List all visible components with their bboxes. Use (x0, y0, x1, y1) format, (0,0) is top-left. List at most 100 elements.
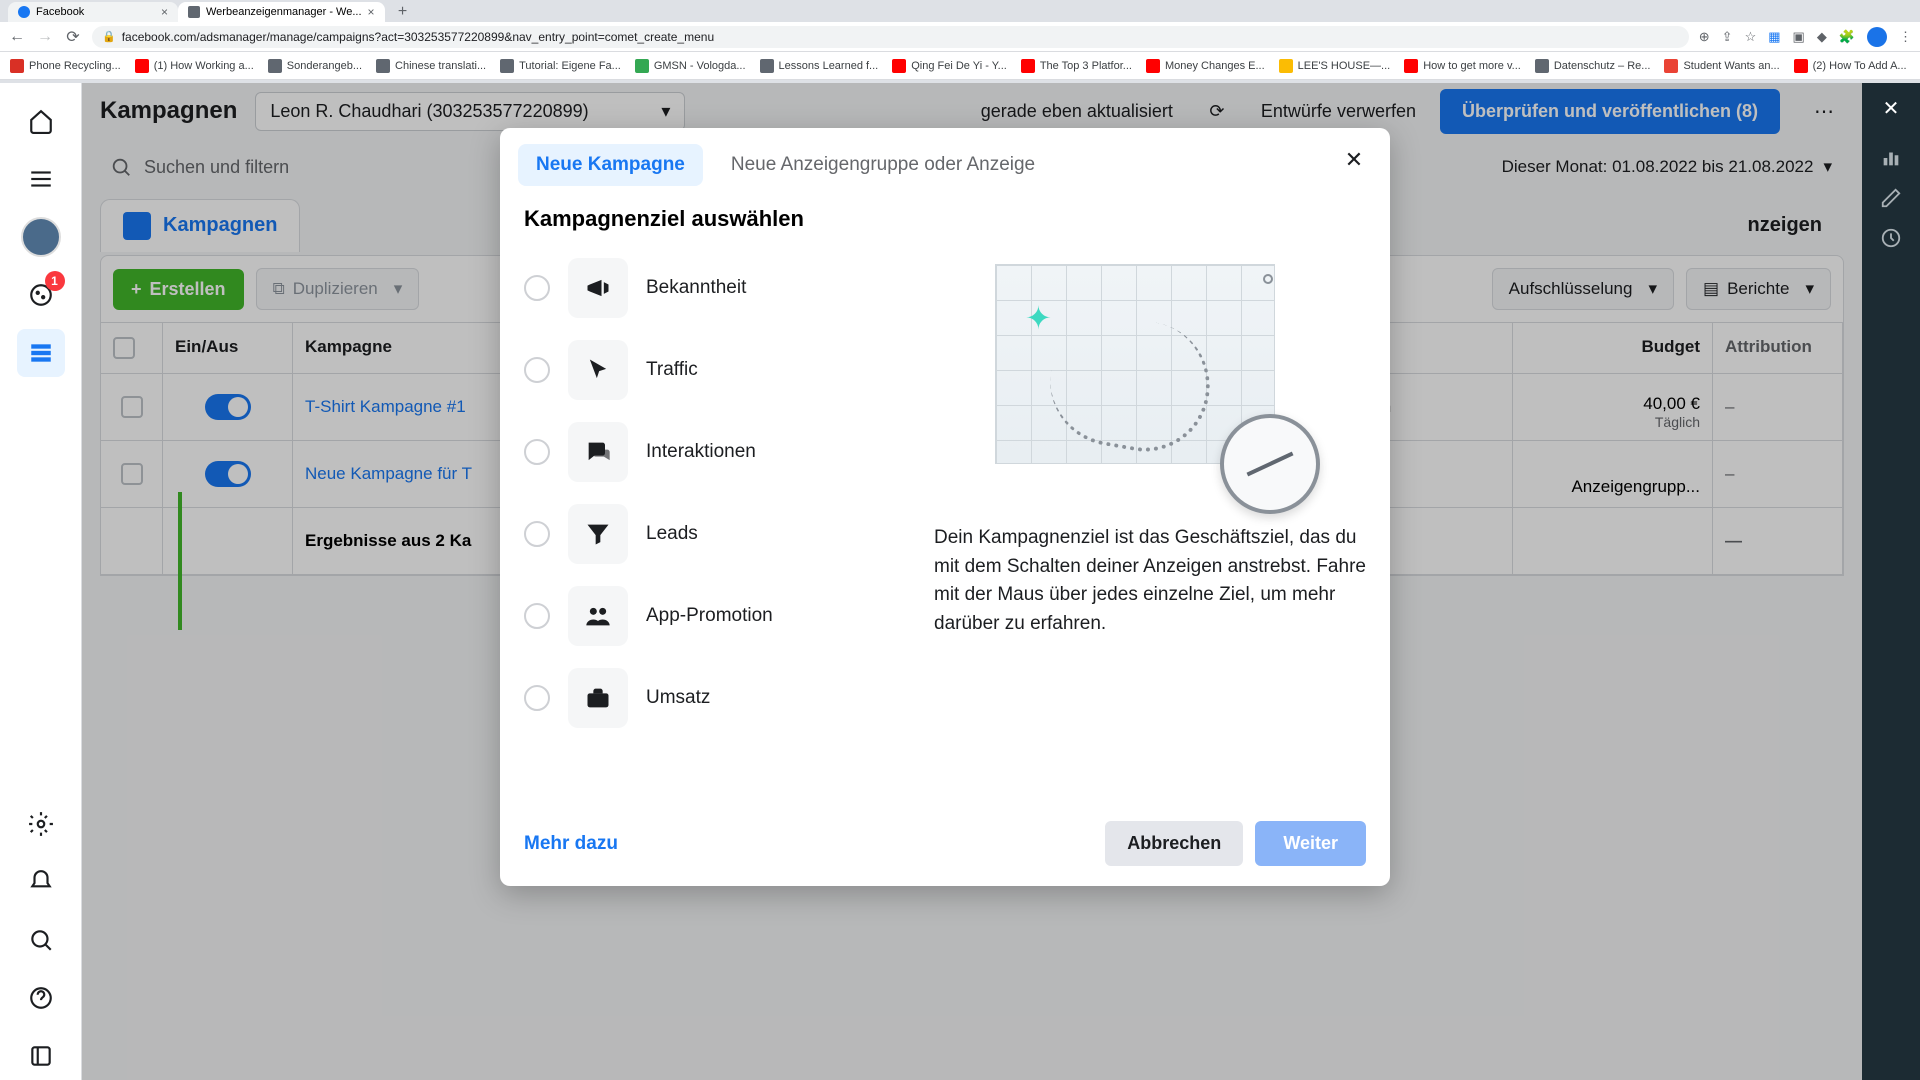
menu-icon[interactable] (17, 155, 65, 203)
objective-megaphone[interactable]: Bekanntheit (524, 254, 914, 322)
close-icon[interactable]: ✕ (1336, 142, 1372, 178)
table-icon[interactable] (17, 329, 65, 377)
objective-chat[interactable]: Interaktionen (524, 418, 914, 486)
back-icon[interactable]: ← (8, 28, 26, 46)
extension-icon[interactable]: ◆ (1817, 29, 1827, 45)
close-icon[interactable]: × (368, 5, 375, 19)
bookmark-favicon (10, 59, 24, 73)
bookmark-item[interactable]: Student Wants an... (1664, 59, 1779, 73)
objective-people[interactable]: App-Promotion (524, 582, 914, 650)
cookie-icon[interactable]: 1 (17, 271, 65, 319)
avatar[interactable] (17, 213, 65, 261)
bookmark-item[interactable]: Chinese translati... (376, 59, 486, 73)
search-icon[interactable] (17, 916, 65, 964)
bookmark-favicon (268, 59, 282, 73)
browser-tab[interactable]: Werbeanzeigenmanager - We... × (178, 2, 385, 22)
tab-title: Facebook (36, 6, 84, 18)
bookmark-favicon (135, 59, 149, 73)
modal-tab-new-campaign[interactable]: Neue Kampagne (518, 144, 703, 186)
compass-icon (1220, 414, 1320, 514)
home-icon[interactable] (17, 97, 65, 145)
bookmark-item[interactable]: The Top 3 Platfor... (1021, 59, 1132, 73)
bookmark-favicon (1279, 59, 1293, 73)
objective-label: Traffic (646, 359, 698, 381)
objective-briefcase[interactable]: Umsatz (524, 664, 914, 732)
bookmark-label: Lessons Learned f... (779, 60, 879, 72)
objective-list: Bekanntheit Traffic Interaktionen Leads … (524, 244, 914, 784)
close-icon[interactable]: ✕ (1880, 97, 1902, 119)
bookmark-label: Student Wants an... (1683, 60, 1779, 72)
clock-icon[interactable] (1880, 227, 1902, 249)
bookmark-label: Datenschutz – Re... (1554, 60, 1651, 72)
bookmark-item[interactable]: (2) How To Add A... (1794, 59, 1907, 73)
radio-button[interactable] (524, 439, 550, 465)
edit-icon[interactable] (1880, 187, 1902, 209)
tab-strip: Facebook × Werbeanzeigenmanager - We... … (0, 0, 1920, 22)
close-icon[interactable]: × (161, 5, 168, 19)
radio-button[interactable] (524, 685, 550, 711)
star-icon[interactable]: ☆ (1745, 29, 1757, 45)
radio-button[interactable] (524, 357, 550, 383)
bookmark-label: The Top 3 Platfor... (1040, 60, 1132, 72)
right-rail: ✕ (1862, 83, 1920, 1080)
bell-icon[interactable] (17, 858, 65, 906)
campaign-objective-modal: Neue Kampagne Neue Anzeigengruppe oder A… (500, 128, 1390, 886)
profile-avatar[interactable] (1867, 27, 1887, 47)
bookmark-label: (2) How To Add A... (1813, 60, 1907, 72)
modal-footer: Mehr dazu Abbrechen Weiter (500, 804, 1390, 886)
objective-cursor[interactable]: Traffic (524, 336, 914, 404)
share-icon[interactable]: ⇪ (1722, 29, 1733, 45)
radio-button[interactable] (524, 603, 550, 629)
bookmark-item[interactable]: Sonderangeb... (268, 59, 362, 73)
bookmark-item[interactable]: Datenschutz – Re... (1535, 59, 1651, 73)
bookmark-favicon (1535, 59, 1549, 73)
next-button[interactable]: Weiter (1255, 821, 1366, 866)
browser-chrome: Facebook × Werbeanzeigenmanager - We... … (0, 0, 1920, 83)
bookmark-item[interactable]: Tutorial: Eigene Fa... (500, 59, 621, 73)
chart-icon[interactable] (1880, 147, 1902, 169)
bookmark-label: Qing Fei De Yi - Y... (911, 60, 1007, 72)
objective-description: ✦ Dein Kampagnenziel ist das Geschäftszi… (934, 244, 1366, 784)
bookmark-item[interactable]: Lessons Learned f... (760, 59, 879, 73)
pin-icon (1263, 274, 1273, 284)
bookmark-label: Phone Recycling... (29, 60, 121, 72)
briefcase-icon (568, 668, 628, 728)
forward-icon[interactable]: → (36, 28, 54, 46)
bookmark-item[interactable]: How to get more v... (1404, 59, 1521, 73)
learn-more-link[interactable]: Mehr dazu (524, 833, 618, 855)
cancel-button[interactable]: Abbrechen (1105, 821, 1243, 866)
puzzle-icon[interactable]: 🧩 (1839, 29, 1855, 45)
bookmark-item[interactable]: Money Changes E... (1146, 59, 1265, 73)
reload-icon[interactable]: ⟳ (64, 27, 82, 47)
browser-tab[interactable]: Facebook × (8, 2, 178, 22)
bookmark-label: (1) How Working a... (154, 60, 254, 72)
bookmark-item[interactable]: GMSN - Vologda... (635, 59, 746, 73)
funnel-icon (568, 504, 628, 564)
modal-tab-new-adset[interactable]: Neue Anzeigengruppe oder Anzeige (713, 144, 1053, 186)
bookmark-item[interactable]: LEE'S HOUSE—... (1279, 59, 1391, 73)
gear-icon[interactable] (17, 800, 65, 848)
help-icon[interactable] (17, 974, 65, 1022)
bookmark-item[interactable]: Phone Recycling... (10, 59, 121, 73)
extension-icon[interactable]: ▦ (1768, 29, 1780, 45)
bookmark-item[interactable]: (1) How Working a... (135, 59, 254, 73)
objective-label: Umsatz (646, 687, 710, 709)
facebook-favicon (18, 6, 30, 18)
radio-button[interactable] (524, 275, 550, 301)
extension-icon[interactable]: ▣ (1793, 29, 1805, 45)
zoom-icon[interactable]: ⊕ (1699, 29, 1710, 45)
menu-icon[interactable]: ⋮ (1899, 29, 1912, 45)
page-favicon (188, 6, 200, 18)
bookmark-label: Chinese translati... (395, 60, 486, 72)
bookmark-label: GMSN - Vologda... (654, 60, 746, 72)
url-input[interactable]: 🔒 facebook.com/adsmanager/manage/campaig… (92, 26, 1689, 48)
badge: 1 (45, 271, 65, 291)
bookmark-favicon (892, 59, 906, 73)
new-tab-button[interactable]: + (393, 2, 413, 22)
objective-funnel[interactable]: Leads (524, 500, 914, 568)
objective-label: Bekanntheit (646, 277, 746, 299)
bookmark-label: Tutorial: Eigene Fa... (519, 60, 621, 72)
collapse-icon[interactable] (17, 1032, 65, 1080)
bookmark-item[interactable]: Qing Fei De Yi - Y... (892, 59, 1007, 73)
radio-button[interactable] (524, 521, 550, 547)
